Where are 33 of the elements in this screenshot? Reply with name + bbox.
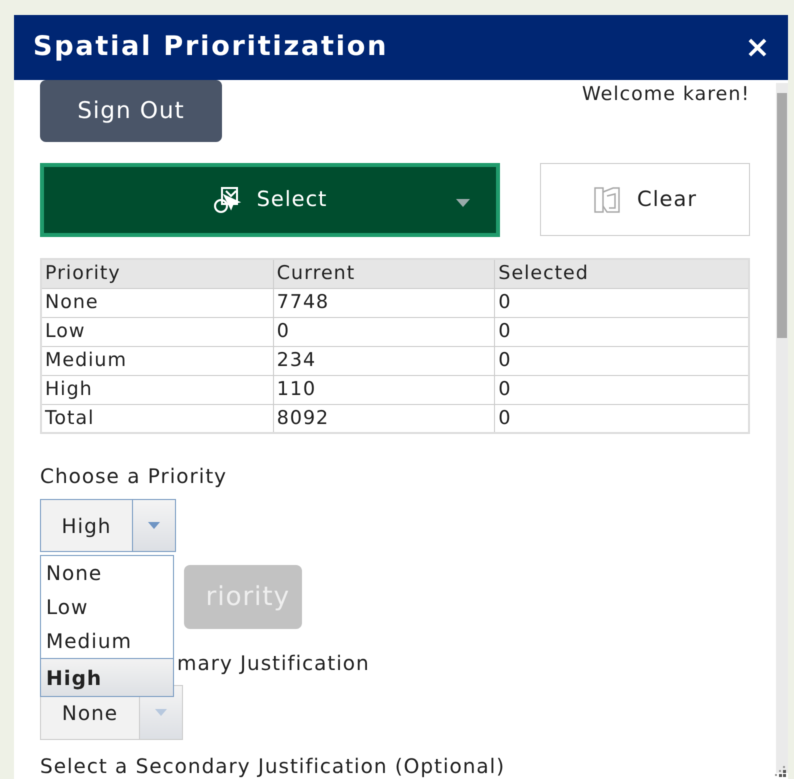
table-cell: 234 <box>273 346 495 375</box>
clear-button[interactable]: Clear <box>540 163 750 236</box>
priority-dropdown[interactable]: High <box>40 499 176 552</box>
caret-icon <box>456 199 470 207</box>
table-cell: High <box>41 375 274 404</box>
field-label: Choose a Priority <box>40 463 228 490</box>
window-title: Spatial Prioritization <box>33 30 388 64</box>
field-label: Select a Secondary Justification (Optional) <box>40 753 506 779</box>
caret-icon <box>155 709 167 716</box>
select-button[interactable]: Select <box>40 163 500 237</box>
resize-grip-icon[interactable] <box>774 765 786 777</box>
column-header: Current <box>273 259 495 288</box>
column-header: Priority <box>41 259 274 288</box>
select-tool-icon <box>212 186 241 214</box>
table-cell: Medium <box>41 346 274 375</box>
table-cell: 7748 <box>273 288 495 317</box>
dropdown-option[interactable]: None <box>41 556 173 590</box>
table-cell: Low <box>41 317 274 346</box>
dropdown-option[interactable]: Medium <box>41 624 173 658</box>
dropdown-option[interactable]: Low <box>41 590 173 624</box>
column-header: Selected <box>494 259 749 288</box>
sign-out-button[interactable]: Sign Out <box>40 80 222 142</box>
scrollbar-thumb[interactable] <box>777 93 787 338</box>
eraser-icon <box>593 186 622 214</box>
caret-icon <box>148 522 160 529</box>
field-label: mary Justification <box>177 651 371 675</box>
table-cell: 0 <box>273 317 495 346</box>
dropdown-option[interactable]: High <box>41 658 173 696</box>
table-cell: None <box>41 288 274 317</box>
welcome-text: Welcome karen! <box>582 82 750 107</box>
table-cell: 110 <box>273 375 495 404</box>
close-button[interactable]: × <box>744 32 770 62</box>
scrollbar[interactable] <box>776 83 788 773</box>
